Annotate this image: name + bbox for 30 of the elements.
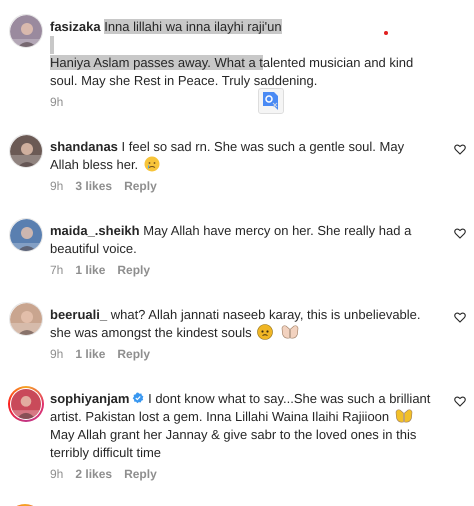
comment-text: fasizaka Inna lillahi wa inna ilayhi raji'un Haniya Aslam passes away. What a talented musician and kind soul. May she Rest in Peace. Truly saddening. — [50, 18, 434, 90]
username-link[interactable]: fasizaka — [50, 19, 101, 34]
heart-icon[interactable] — [454, 228, 466, 239]
comment-text: maida_.sheikh May Allah have mercy on her. She really had a beautiful voice. — [50, 222, 412, 258]
heart-icon[interactable] — [454, 144, 466, 155]
timestamp: 9h — [50, 466, 64, 482]
reply-button[interactable]: Reply — [124, 466, 157, 482]
translate-button[interactable] — [258, 88, 284, 114]
timestamp: 9h — [50, 346, 64, 362]
reply-button[interactable]: Reply — [117, 346, 150, 362]
timestamp: 9h — [50, 94, 64, 110]
username-link[interactable]: beeruali_ — [50, 307, 108, 322]
comment-text: beeruali_ what? Allah jannati naseeb karay, this is unbelievable. she was amongst the kindest souls — [50, 306, 422, 342]
likes-count[interactable]: 3 likes — [75, 178, 112, 194]
likes-count[interactable]: 2 likes — [75, 466, 112, 482]
translate-icon — [263, 92, 279, 110]
comment-text: sophiyanjam I dont know what to say...She was such a brilliant artist. Pakistan lost a gem. Inna Lillahi Waina Ilaihi Rajiioon May Allah grant her Jannay & give sabr to the loved ones in this terribly difficult time — [50, 390, 432, 462]
likes-count[interactable]: 1 like — [75, 262, 106, 278]
likes-count[interactable]: 1 like — [75, 346, 106, 362]
username-link[interactable]: sophiyanjam — [50, 391, 130, 406]
reply-button[interactable]: Reply — [124, 178, 157, 194]
username-link[interactable]: shandanas — [50, 139, 118, 154]
heart-icon[interactable] — [454, 396, 466, 407]
timestamp: 9h — [50, 178, 64, 194]
comment-text: shandanas I feel so sad rn. She was such a gentle soul. May Allah bless her. — [50, 138, 406, 174]
heart-icon[interactable] — [454, 312, 466, 323]
username-link[interactable]: maida_.sheikh — [50, 223, 140, 238]
reply-button[interactable]: Reply — [117, 262, 150, 278]
timestamp: 7h — [50, 262, 64, 278]
story-ring[interactable] — [8, 386, 44, 422]
